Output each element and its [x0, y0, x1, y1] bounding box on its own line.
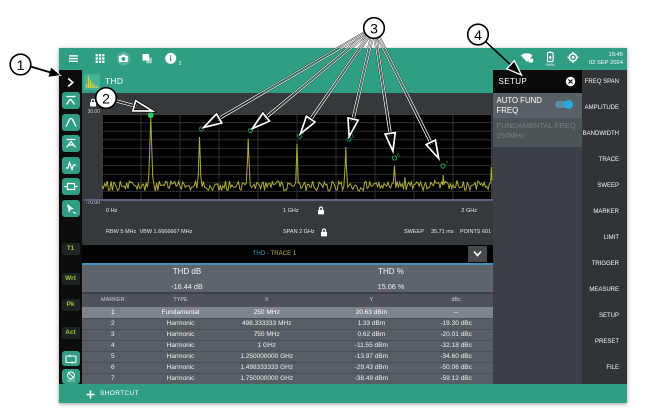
svg-text:3: 3	[370, 20, 378, 36]
svg-text:1: 1	[17, 57, 25, 73]
svg-text:2: 2	[102, 90, 110, 106]
svg-text:4: 4	[474, 27, 482, 43]
